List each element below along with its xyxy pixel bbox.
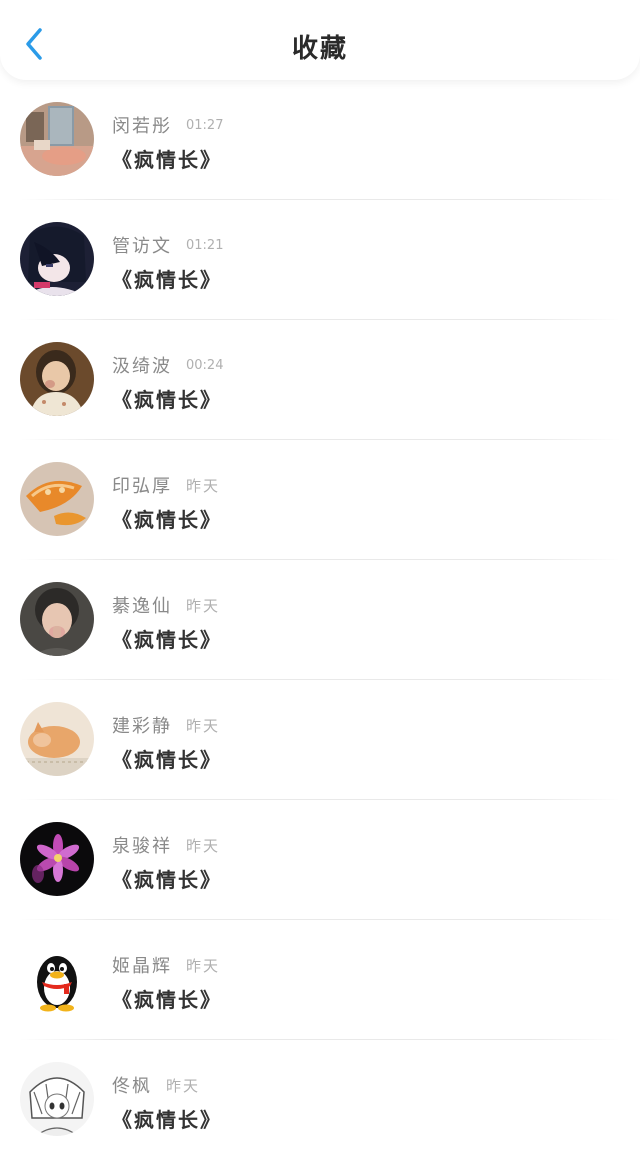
timestamp: 昨天: [186, 716, 221, 735]
contact-name: 管访文: [112, 236, 172, 257]
timestamp: 昨天: [186, 476, 221, 495]
timestamp: 01:21: [186, 237, 224, 253]
timestamp: 昨天: [186, 956, 221, 975]
song-title: 《疯情长》: [112, 148, 222, 172]
page-title: 收藏: [291, 34, 348, 64]
name-line: 佟枫 昨天: [112, 1073, 200, 1097]
name-line: 姬晶辉 昨天: [112, 953, 220, 977]
list-item[interactable]: 闵若彤 01:27 《疯情长》: [0, 80, 640, 200]
avatar: [20, 942, 94, 1016]
penguin-icon: [20, 942, 94, 1016]
contact-name: 姬晶辉: [112, 956, 172, 977]
name-line: 闵若彤 01:27: [112, 113, 223, 137]
avatar: [20, 102, 94, 176]
contact-name: 泉骏祥: [112, 836, 172, 857]
list-item[interactable]: 綦逸仙 昨天 《疯情长》: [0, 560, 640, 680]
contact-name: 佟枫: [112, 1076, 152, 1097]
song-title: 《疯情长》: [112, 988, 222, 1012]
name-line: 印弘厚 昨天: [112, 473, 220, 497]
list-item[interactable]: 泉骏祥 昨天 《疯情长》: [0, 800, 640, 920]
name-line: 綦逸仙 昨天: [112, 593, 220, 617]
avatar: [20, 462, 94, 536]
timestamp: 昨天: [186, 596, 221, 615]
contact-name: 印弘厚: [112, 476, 172, 497]
list-item[interactable]: 建彩静 昨天 《疯情长》: [0, 680, 640, 800]
timestamp: 昨天: [166, 1076, 201, 1095]
header-bar: 收藏: [0, 0, 640, 80]
song-title: 《疯情长》: [112, 868, 222, 892]
song-title: 《疯情长》: [112, 388, 222, 412]
avatar: [20, 1062, 94, 1136]
avatar: [20, 582, 94, 656]
avatar: [20, 222, 94, 296]
list-item[interactable]: 印弘厚 昨天 《疯情长》: [0, 440, 640, 560]
song-title: 《疯情长》: [112, 508, 222, 532]
name-line: 汲绮波 00:24: [112, 353, 223, 377]
contact-name: 建彩静: [112, 716, 172, 737]
timestamp: 00:24: [186, 357, 224, 373]
list-item[interactable]: 姬晶辉 昨天 《疯情长》: [0, 920, 640, 1040]
song-title: 《疯情长》: [112, 748, 222, 772]
song-title: 《疯情长》: [112, 1108, 222, 1132]
name-line: 管访文 01:21: [112, 233, 223, 257]
avatar: [20, 822, 94, 896]
timestamp: 01:27: [186, 117, 224, 133]
contact-name: 闵若彤: [112, 116, 172, 137]
song-title: 《疯情长》: [112, 628, 222, 652]
favorites-page: 收藏 闵若彤 01:27 《疯情长》 管访文 01:21 《疯情长》 汲绮波 0…: [0, 0, 640, 1155]
avatar: [20, 342, 94, 416]
favorites-list: 闵若彤 01:27 《疯情长》 管访文 01:21 《疯情长》 汲绮波 00:2…: [0, 80, 640, 1155]
name-line: 建彩静 昨天: [112, 713, 220, 737]
avatar: [20, 702, 94, 776]
name-line: 泉骏祥 昨天: [112, 833, 220, 857]
list-item[interactable]: 汲绮波 00:24 《疯情长》: [0, 320, 640, 440]
contact-name: 汲绮波: [112, 356, 172, 377]
list-item[interactable]: 管访文 01:21 《疯情长》: [0, 200, 640, 320]
timestamp: 昨天: [186, 836, 221, 855]
list-item[interactable]: 佟枫 昨天 《疯情长》: [0, 1040, 640, 1155]
contact-name: 綦逸仙: [112, 596, 172, 617]
song-title: 《疯情长》: [112, 268, 222, 292]
